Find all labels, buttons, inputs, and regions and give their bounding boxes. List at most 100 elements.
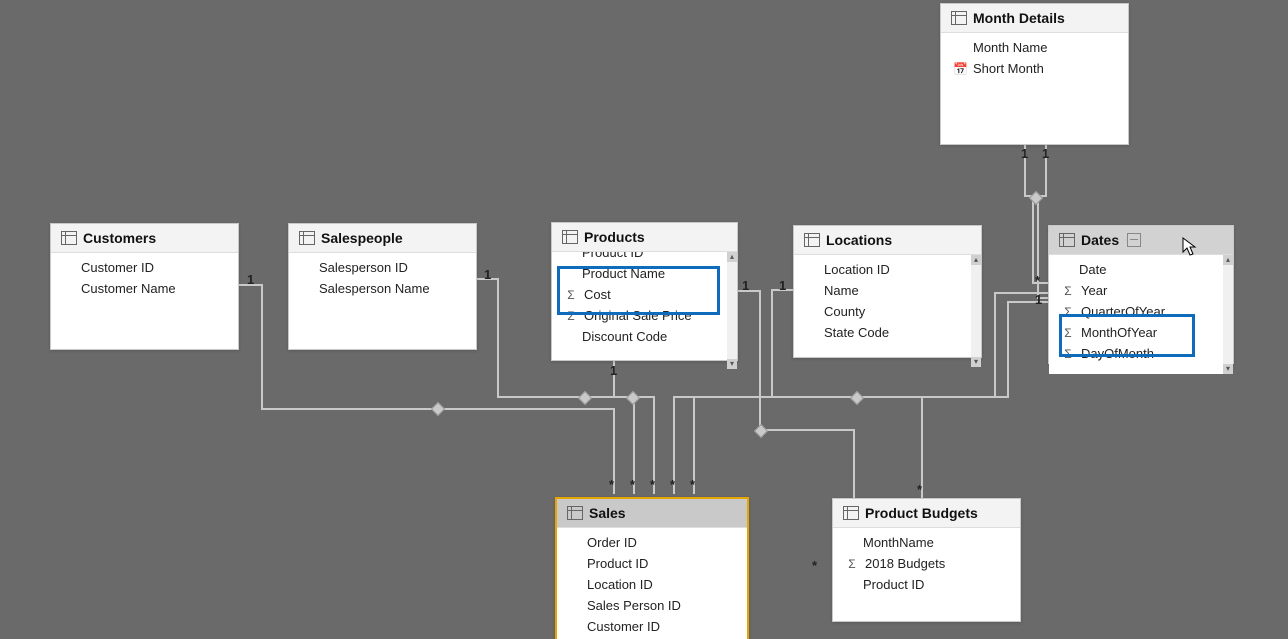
cardinality-1: 1 (1035, 292, 1042, 307)
table-title: Products (584, 229, 645, 245)
model-canvas[interactable]: 1 1 1 1 1 1 1 1 * * * * * * * * Month De… (0, 0, 1288, 639)
field-year[interactable]: ΣYear (1049, 280, 1233, 301)
scroll-down[interactable]: ▾ (727, 359, 737, 369)
table-icon (843, 506, 859, 520)
field-customer-name[interactable]: Customer Name (51, 278, 238, 299)
field-location-id[interactable]: Location ID (794, 259, 981, 280)
scrollbar[interactable]: ▴▾ (971, 255, 981, 367)
cross-filter-node (626, 391, 640, 405)
table-icon (299, 231, 315, 245)
field-short-month[interactable]: 📅 Short Month (941, 58, 1128, 79)
field-location-id[interactable]: Location ID (557, 574, 747, 595)
sigma-icon: Σ (1061, 284, 1075, 298)
scroll-down[interactable]: ▾ (1223, 364, 1233, 374)
scroll-up[interactable]: ▴ (971, 255, 981, 265)
field-label: MonthName (863, 535, 934, 550)
field-name[interactable]: Name (794, 280, 981, 301)
field-salesperson-id[interactable]: Salesperson ID (289, 257, 476, 278)
table-title: Customers (83, 230, 156, 246)
field-label: Month Name (973, 40, 1047, 55)
table-products[interactable]: Products Product ID Product Name ΣCost Σ… (551, 222, 738, 361)
field-2018-budgets[interactable]: Σ 2018 Budgets (833, 553, 1020, 574)
field-sales-person-id[interactable]: Sales Person ID (557, 595, 747, 616)
field-monthname[interactable]: MonthName (833, 532, 1020, 553)
sigma-icon: Σ (1061, 305, 1075, 319)
cardinality-1: 1 (1021, 146, 1028, 161)
sigma-icon: Σ (845, 557, 859, 571)
table-locations[interactable]: Locations Location ID Name County State … (793, 225, 982, 358)
table-title: Locations (826, 232, 892, 248)
field-label: Product Name (582, 266, 665, 281)
table-header[interactable]: Sales (557, 499, 747, 528)
table-dates[interactable]: Dates Date ΣYear Σ QuarterOfYear ΣMonthOf… (1048, 225, 1234, 364)
scroll-down[interactable]: ▾ (971, 357, 981, 367)
scroll-up[interactable]: ▴ (727, 252, 737, 262)
field-label: QuarterOfYear (1081, 304, 1165, 319)
cardinality-many: * (690, 477, 695, 492)
cross-filter-node (431, 402, 445, 416)
field-label: Location ID (824, 262, 890, 277)
table-header[interactable]: Products (552, 223, 737, 252)
date-table-icon (1127, 233, 1141, 247)
field-label: State Code (824, 325, 889, 340)
table-icon (567, 506, 583, 520)
cross-filter-node (754, 424, 768, 438)
cardinality-1: 1 (742, 278, 749, 293)
field-orig-sale-price[interactable]: ΣOriginal Sale Price (552, 305, 737, 326)
field-date[interactable]: Date (1049, 259, 1233, 280)
table-header[interactable]: Salespeople (289, 224, 476, 253)
table-icon (1059, 233, 1075, 247)
scroll-up[interactable]: ▴ (1223, 255, 1233, 265)
cardinality-many: * (609, 477, 614, 492)
field-quarterofyear[interactable]: Σ QuarterOfYear (1049, 301, 1233, 322)
field-product-id[interactable]: Product ID (557, 553, 747, 574)
scrollbar[interactable]: ▴▾ (727, 252, 737, 369)
field-label: Customer ID (587, 619, 660, 634)
field-label: Salesperson Name (319, 281, 430, 296)
table-title: Sales (589, 505, 626, 521)
table-header[interactable]: Dates (1049, 226, 1233, 255)
table-header[interactable]: Locations (794, 226, 981, 255)
table-header[interactable]: Product Budgets (833, 499, 1020, 528)
field-customer-id[interactable]: Customer ID (51, 257, 238, 278)
field-label: 2018 Budgets (865, 556, 945, 571)
field-label: Order ID (587, 535, 637, 550)
field-product-name[interactable]: Product Name (552, 263, 737, 284)
field-label: Cost (584, 287, 611, 302)
field-salesperson-name[interactable]: Salesperson Name (289, 278, 476, 299)
cardinality-1: 1 (1042, 146, 1049, 161)
table-title: Month Details (973, 10, 1065, 26)
field-order-id[interactable]: Order ID (557, 532, 747, 553)
field-month-name[interactable]: Month Name (941, 37, 1128, 58)
table-icon (61, 231, 77, 245)
field-discount-code[interactable]: Discount Code (552, 326, 737, 347)
table-header[interactable]: Customers (51, 224, 238, 253)
field-label: Customer ID (81, 260, 154, 275)
table-month-details[interactable]: Month Details Month Name 📅 Short Month (940, 3, 1129, 145)
table-icon (951, 11, 967, 25)
table-salespeople[interactable]: Salespeople Salesperson ID Salesperson N… (288, 223, 477, 350)
table-sales[interactable]: Sales Order ID Product ID Location ID Sa… (555, 497, 749, 639)
sigma-icon: Σ (1061, 326, 1075, 340)
table-customers[interactable]: Customers Customer ID Customer Name (50, 223, 239, 350)
scrollbar[interactable]: ▴▾ (1223, 255, 1233, 374)
field-label: Product ID (863, 577, 924, 592)
field-label: Short Month (973, 61, 1044, 76)
field-state-code[interactable]: State Code (794, 322, 981, 343)
cardinality-1: 1 (779, 278, 786, 293)
field-monthofyear[interactable]: ΣMonthOfYear (1049, 322, 1233, 343)
table-icon (804, 233, 820, 247)
table-header[interactable]: Month Details (941, 4, 1128, 33)
sigma-icon: Σ (1061, 347, 1075, 361)
field-product-id[interactable]: Product ID (833, 574, 1020, 595)
cardinality-1: 1 (484, 267, 491, 282)
field-dayofmonth[interactable]: ΣDayOfMonth (1049, 343, 1233, 364)
field-product-id[interactable]: Product ID (552, 252, 737, 263)
field-label: Date (1079, 262, 1106, 277)
table-product-budgets[interactable]: Product Budgets MonthName Σ2018 Budgets … (832, 498, 1021, 622)
cardinality-many: * (630, 477, 635, 492)
field-county[interactable]: County (794, 301, 981, 322)
field-customer-id[interactable]: Customer ID (557, 616, 747, 637)
date-icon: 📅 (953, 62, 967, 76)
field-cost[interactable]: ΣCost (552, 284, 737, 305)
